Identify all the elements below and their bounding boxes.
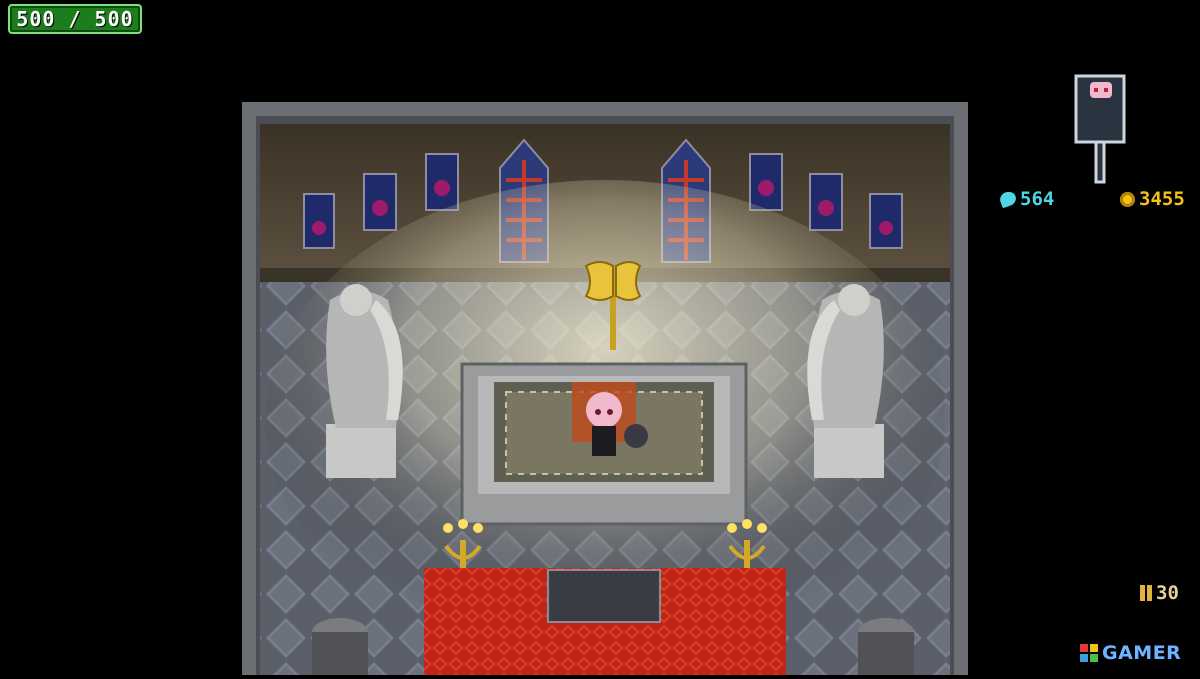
ammo-counter: 30: [1140, 582, 1179, 604]
gold-counter: 3455: [1120, 188, 1185, 210]
stained-glass-window: [749, 153, 783, 211]
ammo-value: 30: [1156, 582, 1179, 604]
scene: [242, 102, 968, 675]
minimap[interactable]: [1074, 74, 1128, 184]
stone-pillar: [312, 618, 368, 675]
watermark-text: GAMER: [1102, 642, 1182, 664]
floor-grate: [547, 569, 661, 623]
soul-icon: [998, 189, 1018, 209]
minimap-player-icon: [1090, 82, 1112, 98]
stained-glass-window: [869, 193, 903, 249]
soul-counter: 564: [998, 188, 1055, 210]
gold-coin-icon: [1120, 191, 1135, 207]
ammo-icon: [1140, 585, 1152, 601]
stained-glass-window: [303, 193, 335, 249]
hp-bar: 500 / 500: [8, 4, 142, 34]
soul-value: 564: [1020, 188, 1055, 210]
watermark: GAMER: [1080, 642, 1181, 664]
gamer-logo-icon: [1080, 644, 1098, 662]
game-viewport[interactable]: 500 / 500 564 3455 30 GAMER: [0, 0, 1200, 675]
stone-pillar: [858, 618, 914, 675]
stained-glass-window: [809, 173, 843, 231]
stained-glass-window: [425, 153, 459, 211]
stained-glass-window: [363, 173, 397, 231]
gold-value: 3455: [1139, 188, 1185, 210]
hp-text: 500 / 500: [16, 7, 134, 31]
